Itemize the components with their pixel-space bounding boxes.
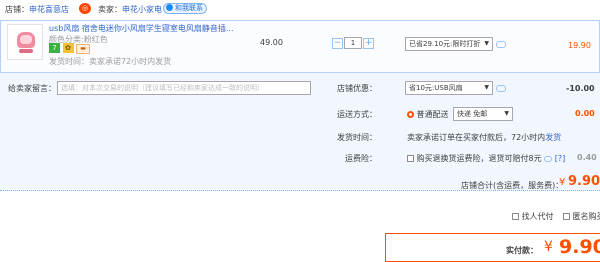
shop-discount-label: 店铺优惠： <box>337 84 377 93</box>
message-label: 给卖家留言： <box>8 84 56 93</box>
pay-total-value: 9.90 <box>559 236 600 258</box>
order-options-block: 给卖家留言： 选填：对本次交易的说明（建议填写已经和卖家达成一致的说明） 店铺优… <box>0 73 600 191</box>
shop-header: 店铺： 申花喜意店 ◎ 卖家： 申花小家电 和我联系 <box>0 0 600 20</box>
shop-total-currency: ¥ <box>559 177 566 188</box>
insurance-checkbox[interactable] <box>407 155 414 162</box>
contact-seller-label: 和我联系 <box>175 4 203 12</box>
seller-name-link[interactable]: 申花小家电 <box>122 4 162 15</box>
anonymous-option[interactable]: 匿名购买 <box>563 211 600 222</box>
shipping-label: 运送方式： <box>337 110 377 119</box>
contact-seller-button[interactable]: 和我联系 <box>163 3 207 14</box>
shop-label: 店铺： <box>5 5 29 14</box>
item-ship-time: 发货时间：卖家承诺72小时内发货 <box>49 57 172 66</box>
proxy-pay-checkbox[interactable] <box>512 213 519 220</box>
shipping-select[interactable]: 快递 免邮 ▼ <box>453 107 513 121</box>
chevron-down-icon: ▼ <box>484 84 489 91</box>
discount-chat-icon[interactable] <box>496 84 506 93</box>
ship-time-link[interactable]: 发货 <box>545 133 561 142</box>
item-subtotal: 19.90 <box>568 41 591 50</box>
chevron-down-icon: ▼ <box>484 40 489 47</box>
shipping-method-label: 普通配送 <box>416 110 449 119</box>
item-title-link[interactable]: usb风扇 宿舍电迷你小风扇学生寝室电风扇静音插... <box>49 23 234 34</box>
ship-time-text: 卖家承诺订单在买家付款后，72小时内发货 <box>407 132 561 143</box>
insurance-label: 运费险： <box>345 154 377 163</box>
service-tags: 7 ✿ ▬ <box>49 43 91 54</box>
pay-label: 实付款： <box>506 246 538 255</box>
unit-price: 49.00 <box>260 38 283 47</box>
payment-summary-box: 实付款： ¥ 9.90 <box>385 233 600 262</box>
seller-message-input[interactable]: 选填：对本次交易的说明（建议填写已经和卖家达成一致的说明） <box>57 81 311 95</box>
ship-time-label: 发货时间： <box>337 133 377 142</box>
quantity-stepper[interactable]: −1 + <box>332 37 374 51</box>
insurance-chat-icon[interactable] <box>544 155 553 162</box>
shop-name-link[interactable]: 申花喜意店 <box>29 4 69 15</box>
insurance-amount: 0.40 <box>577 153 597 162</box>
item-promo-value: 已省29.10元:限时打折 <box>409 40 481 48</box>
ship-time-promise: 卖家承诺订单在买家付款后，72小时内 <box>407 133 546 142</box>
item-promo-select[interactable]: 已省29.10元:限时打折 ▼ <box>405 37 493 51</box>
shipping-method-radio[interactable]: 普通配送 <box>407 109 449 120</box>
order-item-row: usb风扇 宿舍电迷你小风扇学生寝室电风扇静音插... 颜色分类:粉红色 7 ✿… <box>0 20 600 73</box>
pay-currency: ¥ <box>544 239 553 255</box>
anonymous-checkbox[interactable] <box>563 213 570 220</box>
shop-total-label: 店铺合计(含运费，服务费)： <box>461 181 564 190</box>
seller-label: 卖家： <box>98 5 122 14</box>
insurance-help-link[interactable]: [?] <box>555 154 566 163</box>
anonymous-label: 匿名购买 <box>572 212 600 221</box>
installment-icon: ▬ <box>76 44 91 54</box>
shop-discount-value: 省10元:USB风扇 <box>409 84 463 92</box>
insurance-text: 购买退换货运费险，退货可赔付8元 <box>416 154 542 163</box>
proxy-pay-label: 找人代付 <box>521 212 554 221</box>
promo-chat-icon[interactable] <box>496 40 506 49</box>
quantity-input[interactable]: 1 <box>344 37 362 49</box>
item-thumbnail[interactable] <box>7 24 43 60</box>
shipping-amount: 0.00 <box>575 109 595 118</box>
quality-guarantee-icon: ✿ <box>62 43 74 53</box>
shop-total-value: 9.90 <box>568 174 600 189</box>
shop-discount-amount: -10.00 <box>566 84 595 93</box>
insurance-option[interactable]: 购买退换货运费险，退货可赔付8元 [?] <box>407 153 565 164</box>
tmall-badge-icon: ◎ <box>79 3 91 14</box>
chevron-down-icon: ▼ <box>504 110 509 117</box>
shop-discount-select[interactable]: 省10元:USB风扇 ▼ <box>405 81 493 95</box>
proxy-pay-option[interactable]: 找人代付 <box>512 211 554 222</box>
seven-day-return-icon: 7 <box>49 43 60 53</box>
quantity-increase-button[interactable]: + <box>363 37 374 49</box>
shipping-select-value: 快递 免邮 <box>457 110 488 118</box>
quantity-decrease-button[interactable]: − <box>332 37 343 49</box>
wangwang-icon <box>166 4 173 11</box>
